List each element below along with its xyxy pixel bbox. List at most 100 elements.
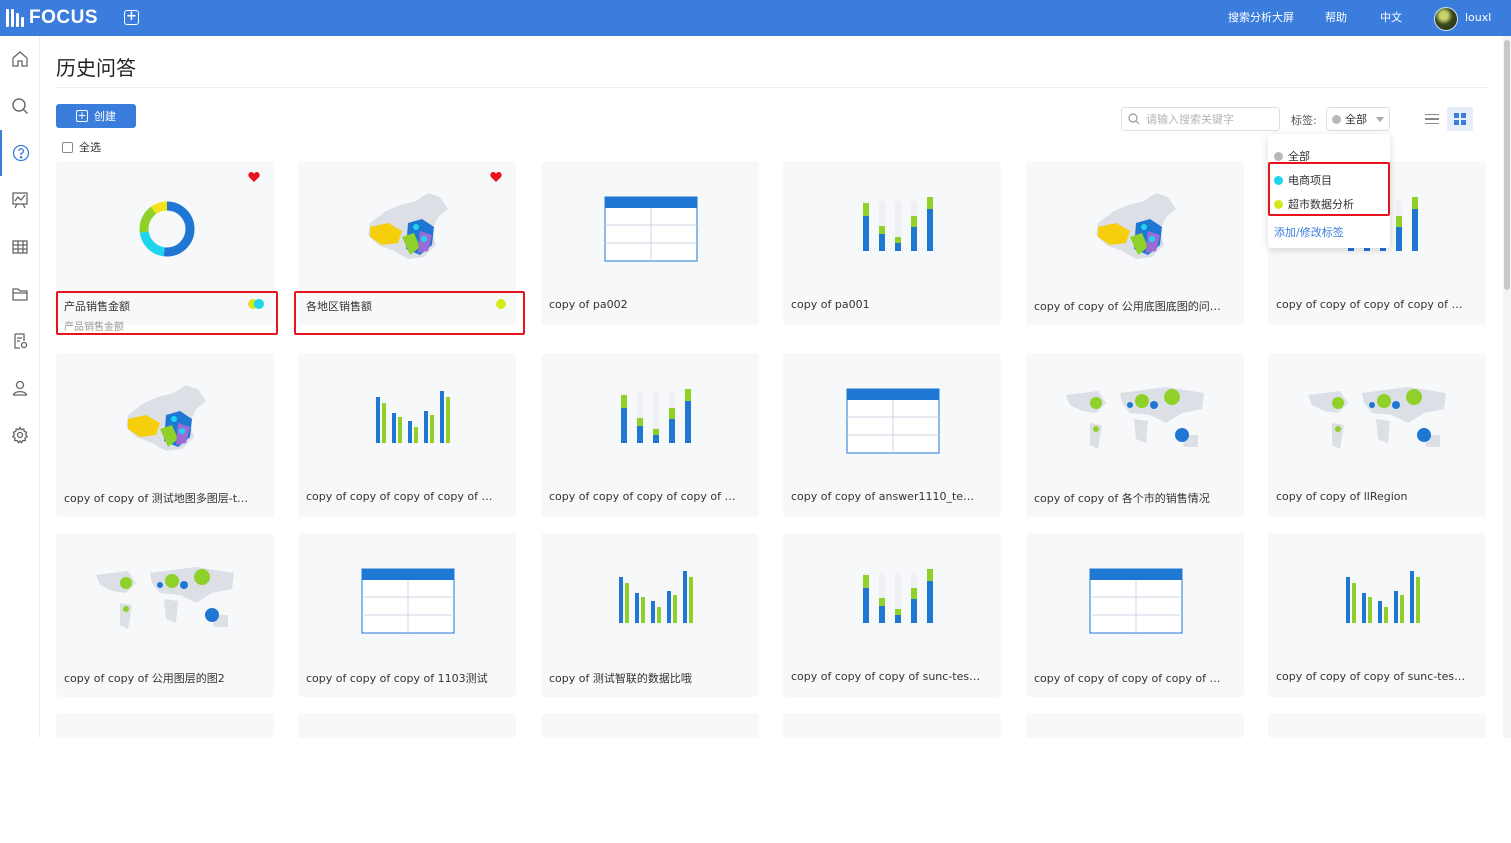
question-card[interactable]: copy of copy of 各个市的销售情况 bbox=[1026, 353, 1244, 517]
sidebar-item-table[interactable] bbox=[0, 224, 40, 270]
search-input[interactable] bbox=[1146, 112, 1276, 126]
card-thumbnail-china-map[interactable] bbox=[56, 353, 274, 483]
card-title: copy of copy of copy of copy of sunc-tes… bbox=[1276, 298, 1466, 311]
scrollbar-thumb[interactable] bbox=[1504, 40, 1510, 290]
settings-doc-icon bbox=[14, 333, 28, 349]
card-thumbnail-table[interactable] bbox=[1026, 533, 1244, 663]
card-thumbnail-stacked-bar[interactable] bbox=[783, 533, 1001, 663]
card-thumbnail-donut[interactable] bbox=[56, 161, 274, 291]
highlight-box-tags bbox=[1268, 162, 1390, 216]
logo-icon bbox=[6, 9, 24, 27]
plus-icon: + bbox=[76, 109, 88, 122]
title-divider bbox=[56, 87, 1488, 88]
card-thumbnail-table[interactable] bbox=[541, 161, 759, 291]
tag-dot bbox=[1274, 151, 1283, 161]
question-card[interactable] bbox=[298, 713, 516, 738]
card-title: copy of copy of copy of sunc-test-1 bbox=[1276, 670, 1466, 683]
card-title: copy of copy of llRegion bbox=[1276, 490, 1408, 503]
chevron-down-icon bbox=[1376, 117, 1384, 122]
page-title: 历史问答 bbox=[56, 56, 136, 80]
sidebar-item-user[interactable] bbox=[0, 365, 40, 411]
question-card[interactable]: copy of copy of copy of sunc-test-1 bbox=[1268, 533, 1486, 697]
new-tab-plus-icon[interactable]: + bbox=[124, 10, 139, 25]
card-thumbnail-empty[interactable] bbox=[56, 713, 274, 843]
question-card[interactable]: copy of copy of copy of copy of sunc-tes… bbox=[541, 353, 759, 517]
card-title: copy of copy of copy of copy of sunc-tes… bbox=[306, 490, 496, 503]
card-thumbnail-grouped-bar[interactable] bbox=[1268, 533, 1486, 663]
question-card[interactable] bbox=[1268, 713, 1486, 738]
board-icon bbox=[12, 192, 28, 209]
nav-dashboard-link[interactable]: 搜索分析大屏 bbox=[1228, 0, 1294, 36]
sidebar-item-search[interactable] bbox=[0, 83, 40, 129]
card-thumbnail-empty[interactable] bbox=[1026, 713, 1244, 843]
avatar[interactable] bbox=[1434, 7, 1458, 31]
card-title: copy of copy of 公用图层的图2 bbox=[64, 672, 225, 685]
nav-language-link[interactable]: 中文 bbox=[1380, 0, 1402, 36]
sidebar bbox=[0, 36, 40, 738]
sidebar-item-settings[interactable] bbox=[0, 412, 40, 458]
card-thumbnail-world-map[interactable] bbox=[1268, 353, 1486, 483]
select-all-label: 全选 bbox=[79, 141, 101, 154]
card-thumbnail-grouped-bar[interactable] bbox=[541, 533, 759, 663]
card-thumbnail-empty[interactable] bbox=[541, 713, 759, 843]
sidebar-item-folder[interactable] bbox=[0, 271, 40, 317]
user-icon bbox=[12, 380, 28, 396]
card-thumbnail-grouped-bar[interactable] bbox=[298, 353, 516, 483]
list-view-button[interactable] bbox=[1421, 108, 1443, 130]
search-icon bbox=[1128, 113, 1140, 125]
top-bar: FOCUS + 搜索分析大屏 帮助 中文 louxl bbox=[0, 0, 1511, 36]
card-thumbnail-table[interactable] bbox=[783, 353, 1001, 483]
question-card[interactable]: copy of copy of 公用底图底图的问题1 bbox=[1026, 161, 1244, 325]
card-title: copy of copy of answer1110_temol bbox=[791, 490, 981, 503]
card-thumbnail-world-map[interactable] bbox=[56, 533, 274, 663]
question-card[interactable] bbox=[1026, 713, 1244, 738]
card-title: copy of 测试智联的数据比哦 bbox=[549, 672, 692, 685]
card-thumbnail-world-map[interactable] bbox=[1026, 353, 1244, 483]
question-icon bbox=[12, 144, 30, 162]
sidebar-item-home[interactable] bbox=[0, 36, 40, 82]
card-thumbnail-empty[interactable] bbox=[783, 713, 1001, 843]
heart-icon[interactable] bbox=[490, 171, 502, 183]
card-thumbnail-empty[interactable] bbox=[1268, 713, 1486, 843]
logo[interactable]: FOCUS bbox=[6, 6, 98, 30]
edit-tags-link[interactable]: 添加/修改标签 bbox=[1274, 224, 1344, 240]
card-title: copy of copy of 各个市的销售情况 bbox=[1034, 492, 1210, 505]
card-thumbnail-stacked-bar[interactable] bbox=[783, 161, 1001, 291]
question-card[interactable]: copy of copy of copy of copy of 1103测试 bbox=[1026, 533, 1244, 697]
gear-icon bbox=[11, 426, 29, 444]
sidebar-item-board[interactable] bbox=[0, 177, 40, 223]
question-card[interactable]: copy of copy of 测试地图多图层-tong bbox=[56, 353, 274, 517]
question-card[interactable] bbox=[783, 713, 1001, 738]
search-box[interactable] bbox=[1121, 107, 1280, 131]
home-icon bbox=[12, 51, 28, 67]
card-title: copy of copy of copy of 1103测试 bbox=[306, 672, 488, 685]
create-button[interactable]: + 创建 bbox=[56, 104, 136, 128]
create-button-label: 创建 bbox=[94, 110, 116, 123]
card-thumbnail-china-map[interactable] bbox=[1026, 161, 1244, 291]
card-thumbnail-empty[interactable] bbox=[298, 713, 516, 843]
question-card[interactable]: copy of copy of answer1110_temol bbox=[783, 353, 1001, 517]
question-card[interactable]: copy of copy of copy of copy of sunc-tes… bbox=[298, 353, 516, 517]
sidebar-item-history[interactable] bbox=[0, 130, 40, 176]
tag-filter-label: 标签: bbox=[1291, 114, 1317, 127]
select-all-checkbox[interactable] bbox=[62, 141, 73, 153]
sidebar-item-data-settings[interactable] bbox=[0, 318, 40, 364]
nav-help-link[interactable]: 帮助 bbox=[1325, 0, 1347, 36]
tag-filter-select[interactable]: 全部 bbox=[1326, 107, 1390, 131]
card-thumbnail-stacked-bar[interactable] bbox=[541, 353, 759, 483]
username[interactable]: louxl bbox=[1465, 0, 1491, 36]
card-thumbnail-china-map[interactable] bbox=[298, 161, 516, 291]
select-all[interactable]: 全选 bbox=[62, 139, 101, 155]
question-card[interactable]: copy of copy of copy of 1103测试 bbox=[298, 533, 516, 697]
question-card[interactable]: copy of pa002 bbox=[541, 161, 759, 325]
question-card[interactable]: copy of copy of llRegion bbox=[1268, 353, 1486, 517]
card-thumbnail-table[interactable] bbox=[298, 533, 516, 663]
question-card[interactable] bbox=[56, 713, 274, 738]
question-card[interactable]: copy of copy of 公用图层的图2 bbox=[56, 533, 274, 697]
grid-view-button[interactable] bbox=[1447, 107, 1473, 131]
question-card[interactable]: copy of copy of copy of sunc-test-11 bbox=[783, 533, 1001, 697]
question-card[interactable]: copy of 测试智联的数据比哦 bbox=[541, 533, 759, 697]
question-card[interactable]: copy of pa001 bbox=[783, 161, 1001, 325]
question-card[interactable] bbox=[541, 713, 759, 738]
heart-icon[interactable] bbox=[248, 171, 260, 183]
